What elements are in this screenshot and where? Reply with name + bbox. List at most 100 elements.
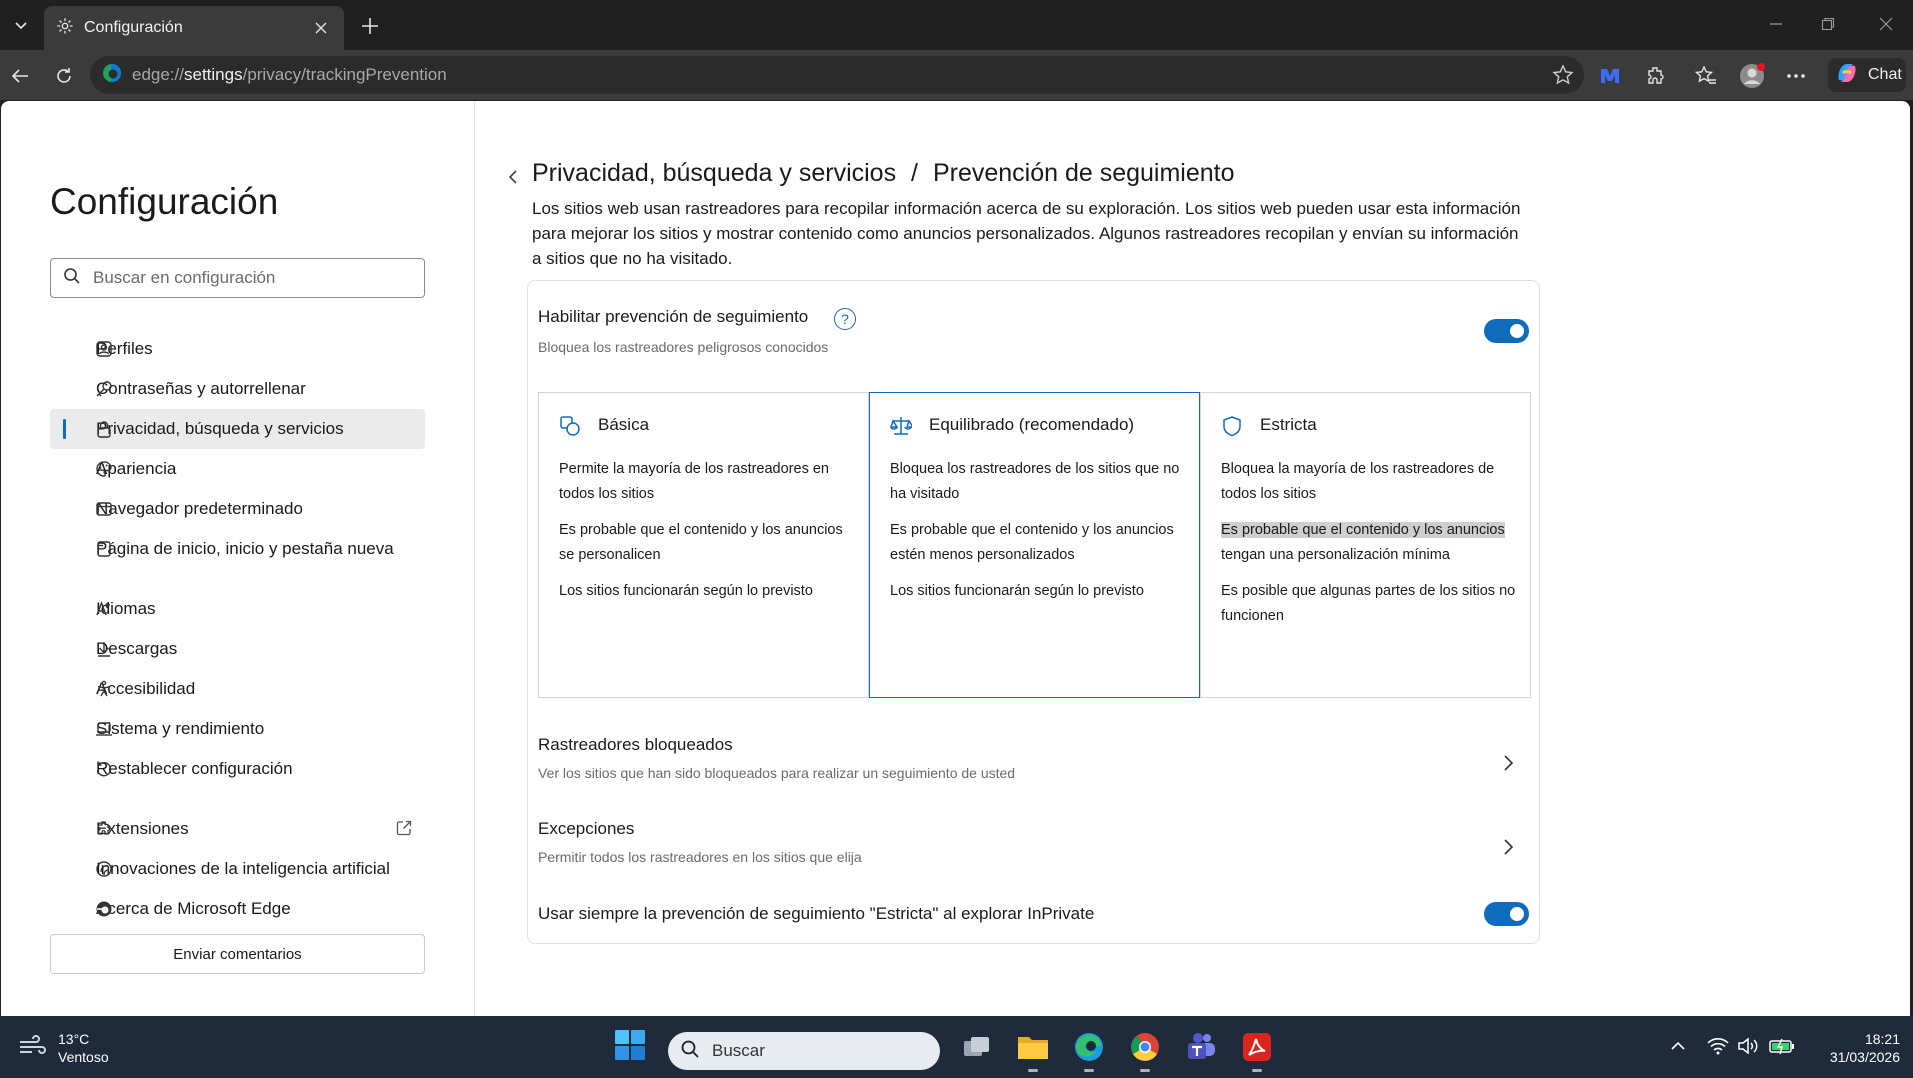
teams-icon[interactable] <box>1184 1030 1218 1064</box>
chrome-icon[interactable] <box>1128 1030 1162 1072</box>
url-text: edge://settings/privacy/trackingPreventi… <box>132 65 447 84</box>
page-description: Los sitios web usan rastreadores para re… <box>532 199 1521 268</box>
exceptions-sub: Permitir todos los rastreadores en los s… <box>538 849 862 865</box>
address-bar[interactable]: edge://settings/privacy/trackingPreventi… <box>90 56 1584 94</box>
exceptions-row[interactable]: Excepciones Permitir todos los rastreado… <box>538 816 1528 880</box>
breadcrumb: Privacidad, búsqueda y servicios / Preve… <box>532 159 1235 188</box>
settings-sidebar: Configuración Perfiles Contraseñas y aut… <box>1 101 475 1016</box>
copilot-chat-button[interactable]: Chat <box>1828 58 1906 92</box>
back-arrow-icon[interactable] <box>4 60 36 92</box>
sidebar-copilot-icon[interactable] <box>1594 60 1626 92</box>
sidebar-item-extensions[interactable]: Extensiones <box>50 809 425 849</box>
search-input[interactable] <box>91 267 411 289</box>
send-feedback-button[interactable]: Enviar comentarios <box>50 934 425 974</box>
sidebar-item-start-home[interactable]: Página de inicio, inicio y pestaña nueva <box>50 529 425 569</box>
search-icon <box>63 267 81 290</box>
sidebar-item-passwords[interactable]: Contraseñas y autorrellenar <box>50 369 425 409</box>
battery-charging-icon[interactable] <box>1768 1036 1796 1056</box>
sidebar-item-default-browser[interactable]: Navegador predeterminado <box>50 489 425 529</box>
profile-avatar-icon[interactable] <box>1736 60 1768 92</box>
more-options-icon[interactable] <box>1780 60 1812 92</box>
minimize-icon[interactable] <box>1756 8 1796 40</box>
level-text: Bloquea los rastreadores de los sitios q… <box>890 461 1180 502</box>
blocked-trackers-row[interactable]: Rastreadores bloqueados Ver los sitios q… <box>538 732 1528 796</box>
sidebar-item-ai-innovations[interactable]: Innovaciones de la inteligencia artifici… <box>50 849 425 889</box>
tab-settings[interactable]: Configuración <box>44 6 344 50</box>
level-text: Es probable que el contenido y los anunc… <box>1221 518 1516 568</box>
enable-tracking-toggle[interactable] <box>1484 319 1529 343</box>
back-chevron-icon[interactable] <box>501 163 525 191</box>
sidebar-item-about[interactable]: Acerca de Microsoft Edge <box>50 889 425 929</box>
close-tab-icon[interactable] <box>310 17 332 39</box>
sidebar-item-privacy[interactable]: Privacidad, búsqueda y servicios <box>50 409 425 449</box>
level-card-balanced[interactable]: Equilibrado (recomendado) Bloquea los ra… <box>869 392 1200 698</box>
acrobat-icon[interactable] <box>1240 1030 1274 1072</box>
sidebar-item-appearance[interactable]: Apariencia <box>50 449 425 489</box>
windows-start-icon[interactable] <box>614 1029 646 1061</box>
browser-icon <box>94 499 114 519</box>
file-explorer-icon[interactable] <box>1016 1030 1050 1072</box>
favorite-star-icon[interactable] <box>1552 64 1574 91</box>
level-text: Es probable que el contenido y los anunc… <box>559 522 843 563</box>
level-title: Estricta <box>1260 415 1317 434</box>
key-icon <box>94 379 114 399</box>
copilot-icon <box>1834 60 1860 91</box>
level-card-strict[interactable]: Estricta Bloquea la mayoría de los rastr… <box>1200 392 1531 698</box>
taskbar-search[interactable]: Buscar <box>668 1032 940 1070</box>
settings-page: Configuración Perfiles Contraseñas y aut… <box>1 101 1910 1016</box>
sidebar-item-label: Página de inicio, inicio y pestaña nueva <box>96 539 394 558</box>
temperature: 13°C <box>58 1031 90 1047</box>
tab-bar: Configuración <box>0 0 1913 50</box>
sidebar-item-languages[interactable]: Idiomas <box>50 589 425 629</box>
reset-icon <box>94 759 114 779</box>
sidebar-item-system[interactable]: Sistema y rendimiento <box>50 709 425 749</box>
sidebar-item-label: Restablecer configuración <box>96 759 293 778</box>
weather-widget[interactable]: 13°C Ventoso <box>18 1030 109 1066</box>
task-view-icon[interactable] <box>960 1030 994 1064</box>
sidebar-item-profiles[interactable]: Perfiles <box>50 329 425 369</box>
tab-actions-chevron-icon[interactable] <box>6 10 36 40</box>
system-clock[interactable]: 18:21 31/03/2026 <box>1800 1030 1900 1066</box>
page-title: Prevención de seguimiento <box>932 159 1235 187</box>
inprivate-strict-label: Usar siempre la prevención de seguimient… <box>538 904 1095 923</box>
sidebar-item-downloads[interactable]: Descargas <box>50 629 425 669</box>
shield-icon <box>1221 415 1243 437</box>
enable-tracking-label: Habilitar prevención de seguimiento <box>538 307 809 326</box>
show-hidden-icons-chevron-icon[interactable] <box>1668 1036 1688 1056</box>
gear-icon <box>56 17 74 40</box>
extensions-puzzle-icon[interactable] <box>1640 60 1672 92</box>
sidebar-title: Configuración <box>50 181 279 222</box>
clock-time: 18:21 <box>1864 1031 1900 1047</box>
level-title: Básica <box>598 415 650 434</box>
sidebar-item-reset[interactable]: Restablecer configuración <box>50 749 425 789</box>
level-text-rest: tengan una personalización mínima <box>1221 547 1450 563</box>
inprivate-strict-toggle[interactable] <box>1484 902 1529 926</box>
language-icon <box>94 599 114 619</box>
breadcrumb-parent[interactable]: Privacidad, búsqueda y servicios <box>532 159 896 187</box>
level-card-basic[interactable]: Básica Permite la mayoría de los rastrea… <box>538 392 869 698</box>
sidebar-item-accessibility[interactable]: Accesibilidad <box>50 669 425 709</box>
basic-shapes-icon <box>559 415 581 437</box>
level-text: Permite la mayoría de los rastreadores e… <box>559 461 829 502</box>
level-title: Equilibrado (recomendado) <box>929 415 1135 434</box>
highlighted-text: Es probable que el contenido y los anunc… <box>1221 522 1505 538</box>
sidebar-item-label: Navegador predeterminado <box>96 499 303 518</box>
edge-logo-icon <box>102 63 122 88</box>
restore-icon[interactable] <box>1808 8 1848 40</box>
chevron-right-icon <box>1502 838 1514 861</box>
chevron-right-icon <box>1502 754 1514 777</box>
sidebar-item-label: Acerca de Microsoft Edge <box>96 899 291 918</box>
download-icon <box>94 639 114 659</box>
tab-title: Configuración <box>84 19 183 36</box>
refresh-icon[interactable] <box>48 60 80 92</box>
exceptions-label: Excepciones <box>538 819 635 838</box>
close-window-icon[interactable] <box>1866 8 1906 40</box>
wifi-icon[interactable] <box>1706 1036 1730 1056</box>
favorites-icon[interactable] <box>1690 60 1722 92</box>
wind-icon <box>18 1034 48 1063</box>
help-icon[interactable]: ? <box>834 308 856 330</box>
new-tab-icon[interactable] <box>354 10 386 42</box>
edge-taskbar-icon[interactable] <box>1072 1030 1106 1072</box>
edge-icon <box>94 899 114 919</box>
volume-icon[interactable] <box>1736 1036 1760 1056</box>
